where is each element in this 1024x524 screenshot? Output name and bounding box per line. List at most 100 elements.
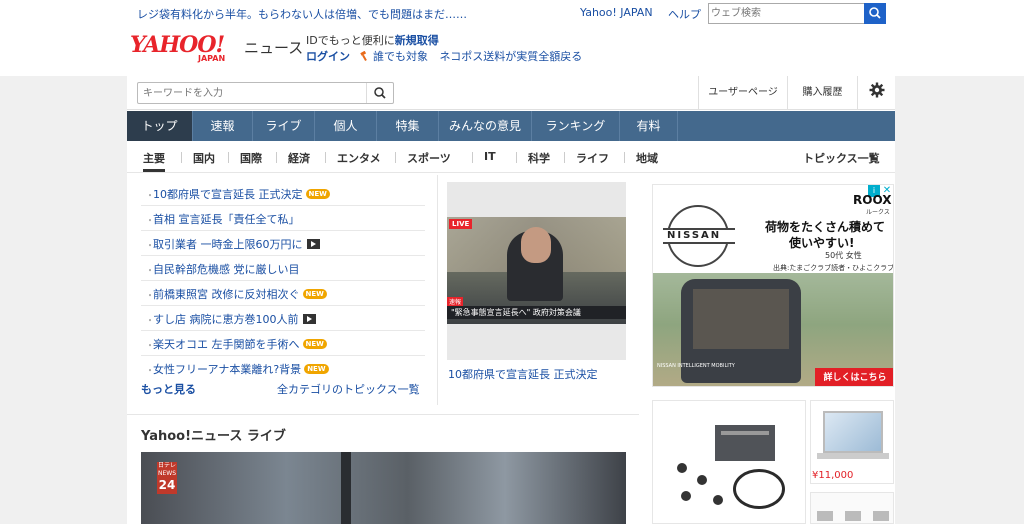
- topic-title: 前橋東照宮 改修に反対相次ぐ: [153, 288, 300, 301]
- yahoo-news-logo[interactable]: YAHOO! JAPAN ニュース: [130, 32, 303, 63]
- subnav-it[interactable]: IT: [484, 150, 496, 163]
- search-divider: [127, 109, 895, 110]
- topic-item[interactable]: ・ 取引業者 一時金上限60万円に: [141, 231, 425, 256]
- laptop-base-image: [817, 453, 889, 459]
- ad-model-kana: ルークス: [866, 209, 890, 216]
- nav-paid[interactable]: 有料: [620, 111, 678, 141]
- topic-title: すし店 病院に恵方巻100人前: [153, 313, 299, 326]
- video-frame-detail: [341, 452, 351, 524]
- ad-age-label: 50代 女性: [825, 251, 862, 260]
- help-link[interactable]: ヘルプ: [668, 6, 701, 22]
- news-search-button[interactable]: [366, 83, 392, 103]
- news-search-box: [137, 82, 394, 104]
- topic-item[interactable]: ・ 首相 宣言延長「責任全て私」: [141, 206, 425, 231]
- ad-cta-button[interactable]: 詳しくはこちら: [815, 368, 893, 386]
- live-video-player[interactable]: 日テレ NEWS 24: [141, 452, 626, 524]
- topic-title: 女性フリーアナ本業離れ?背景: [153, 363, 302, 376]
- yahoo-japan-link[interactable]: Yahoo! JAPAN: [580, 6, 653, 19]
- nav-personal[interactable]: 個人: [315, 111, 377, 141]
- product-ad-thumbnail[interactable]: [810, 492, 894, 524]
- login-row: ログイン 誰でも対象 ネコポス送料が実質全額戻る: [306, 48, 582, 64]
- pickup-thumbnail[interactable]: LIVE 速報 "緊急事態宣言延長へ" 政府対策会議: [447, 182, 626, 360]
- car-cargo-image: [693, 289, 789, 349]
- ad-headline-2: 使いやすい!: [789, 236, 855, 250]
- product-ad[interactable]: [652, 400, 806, 524]
- topic-item[interactable]: ・ 楽天オコエ 左手関節を手術へ NEW: [141, 331, 425, 356]
- top-message-link[interactable]: レジ袋有料化から半年。もらわない人は倍増、でも問題はまだ……: [137, 6, 467, 22]
- subnav-divider: [228, 152, 229, 163]
- subnav-divider: [325, 152, 326, 163]
- all-categories-link[interactable]: 全カテゴリのトピックス一覧: [277, 381, 420, 397]
- nav-top[interactable]: トップ: [127, 111, 193, 141]
- search-icon: [374, 87, 386, 99]
- ad-headline-1: 荷物をたくさん積めて: [765, 220, 886, 234]
- login-link[interactable]: ログイン: [306, 50, 350, 63]
- web-search-button[interactable]: [864, 3, 886, 24]
- subnav-science[interactable]: 科学: [528, 150, 550, 166]
- user-page-link[interactable]: ユーザーページ: [698, 76, 787, 109]
- nav-live[interactable]: ライブ: [253, 111, 315, 141]
- subnav-main[interactable]: 主要: [143, 150, 165, 172]
- nissan-logo-bar: NISSAN: [663, 228, 735, 244]
- ad-car-photo: NISSAN INTELLIGENT MOBILITY 詳しくはこちら: [653, 273, 893, 386]
- live-section-title: Yahoo!ニュース ライブ: [141, 429, 286, 444]
- subnav-local[interactable]: 地域: [636, 150, 658, 166]
- topic-item[interactable]: ・ 女性フリーアナ本業離れ?背景 NEW: [141, 356, 425, 381]
- main-nav: トップ 速報 ライブ 個人 特集 みんなの意見 ランキング 有料: [127, 111, 895, 141]
- nissan-logo: NISSAN: [663, 205, 735, 267]
- subnav-divider: [395, 152, 396, 163]
- top-bar: レジ袋有料化から半年。もらわない人は倍増、でも問題はまだ…… Yahoo! JA…: [0, 0, 1024, 28]
- nissan-logo-text: NISSAN: [667, 230, 722, 241]
- settings-button[interactable]: [857, 76, 895, 109]
- subnav-divider: [472, 152, 473, 163]
- ad-mobility-badge: NISSAN INTELLIGENT MOBILITY: [657, 363, 735, 369]
- campaign-link[interactable]: 誰でも対象: [373, 50, 428, 63]
- topics-list-link[interactable]: トピックス一覧: [803, 150, 880, 166]
- new-badge: NEW: [302, 339, 327, 349]
- nav-breaking[interactable]: 速報: [193, 111, 253, 141]
- campaign-detail-link[interactable]: ネコポス送料が実質全額戻る: [440, 50, 583, 63]
- section-divider: [127, 414, 639, 415]
- topic-item[interactable]: ・ 前橋東照宮 改修に反対相次ぐ NEW: [141, 281, 425, 306]
- subnav-divider: [624, 152, 625, 163]
- purchase-history-link[interactable]: 購入履歴: [787, 76, 857, 109]
- subnav-world[interactable]: 国際: [240, 150, 262, 166]
- laptop-price[interactable]: ¥11,000: [812, 470, 853, 481]
- nissan-ad[interactable]: i ✕ NISSAN ROOX ルークス 荷物をたくさん積めて 使いやすい! 5…: [652, 184, 894, 387]
- search-icon: [869, 7, 881, 19]
- site-header: YAHOO! JAPAN ニュース IDでもっと便利に新規取得 ログイン 誰でも…: [0, 28, 1024, 76]
- news-ticker: "緊急事態宣言延長へ" 政府対策会議: [447, 306, 626, 319]
- pickup-image: LIVE 速報 "緊急事態宣言延長へ" 政府対策会議: [447, 217, 626, 324]
- topic-item[interactable]: ・ 自民幹部危機感 党に厳しい目: [141, 256, 425, 281]
- nav-feature[interactable]: 特集: [377, 111, 439, 141]
- ad-model-name: ROOX: [853, 193, 892, 207]
- column-divider: [437, 175, 438, 405]
- subnav-entertainment[interactable]: エンタメ: [337, 150, 381, 166]
- topic-title: 10都府県で宣言延長 正式決定: [153, 188, 303, 201]
- channel-logo-number: 24: [158, 478, 176, 492]
- image-person-head: [521, 227, 551, 263]
- topic-title: 自民幹部危機感 党に厳しい目: [153, 263, 300, 276]
- video-icon: [306, 239, 320, 249]
- register-link[interactable]: 新規取得: [395, 34, 439, 47]
- nav-opinions[interactable]: みんなの意見: [439, 111, 532, 141]
- subnav-domestic[interactable]: 国内: [193, 150, 215, 166]
- news-search-input[interactable]: [143, 86, 363, 100]
- new-badge: NEW: [304, 364, 329, 374]
- subnav-economy[interactable]: 経済: [288, 150, 310, 166]
- subnav-divider: [564, 152, 565, 163]
- web-search-input[interactable]: [711, 6, 861, 21]
- topic-item[interactable]: ・ すし店 病院に恵方巻100人前: [141, 306, 425, 331]
- gavel-icon: [359, 50, 370, 61]
- web-search-box: [708, 3, 886, 24]
- yahoo-news-page: レジ袋有料化から半年。もらわない人は倍増、でも問題はまだ…… Yahoo! JA…: [0, 0, 1024, 524]
- subnav-life[interactable]: ライフ: [576, 150, 609, 166]
- product-box-image: [715, 425, 775, 461]
- subnav-divider-line: [127, 172, 895, 173]
- subnav-sports[interactable]: スポーツ: [407, 150, 451, 166]
- nav-ranking[interactable]: ランキング: [532, 111, 620, 141]
- topic-item[interactable]: ・ 10都府県で宣言延長 正式決定 NEW: [141, 181, 425, 206]
- logo-japan-text: JAPAN: [198, 54, 226, 63]
- pickup-caption[interactable]: 10都府県で宣言延長 正式決定: [448, 366, 598, 382]
- more-link[interactable]: もっと見る: [141, 381, 196, 397]
